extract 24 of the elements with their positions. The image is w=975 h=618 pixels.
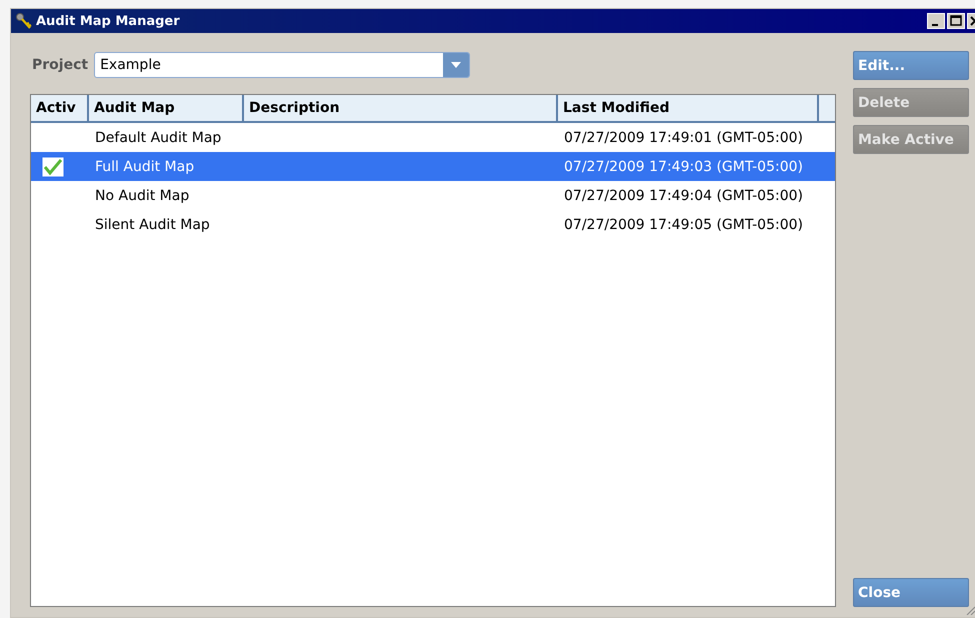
window-title: Audit Map Manager <box>36 14 180 28</box>
project-dropdown[interactable]: Example <box>94 52 470 78</box>
column-header[interactable]: Description <box>244 95 558 121</box>
table-cell-text: No Audit Map <box>94 188 190 204</box>
column-header[interactable]: Last Modified <box>558 95 819 121</box>
table-cell-text: 07/27/2009 17:49:05 (GMT-05:00) <box>563 216 804 232</box>
caret-icon <box>451 62 462 68</box>
table-cell-text: Full Audit Map <box>94 158 196 174</box>
table-cell-text: 07/27/2009 17:49:04 (GMT-05:00) <box>563 188 804 204</box>
project-label: Project <box>32 57 88 73</box>
table-row[interactable]: No Audit Map 07/27/2009 17:49:04 (GMT-05:00) <box>31 181 835 210</box>
table-cell-text: 07/27/2009 17:49:03 (GMT-05:00) <box>563 158 804 174</box>
minimize-icon[interactable] <box>927 13 945 29</box>
keys-icon <box>15 12 33 30</box>
column-header[interactable]: Audit Map <box>89 95 244 121</box>
table-cell-text: 07/27/2009 17:49:01 (GMT-05:00) <box>563 130 804 146</box>
table-row[interactable]: Default Audit Map 07/27/2009 17:49:01 (GMT-05:00) <box>31 123 835 152</box>
table-cell-text: Silent Audit Map <box>94 216 211 232</box>
resize-grip-icon[interactable] <box>965 605 975 615</box>
column-header[interactable]: Activ <box>31 95 89 121</box>
table-row[interactable]: Silent Audit Map 07/27/2009 17:49:05 (GMT-05:00) <box>31 210 835 239</box>
table-row[interactable]: Full Audit Map 07/27/2009 17:49:03 (GMT-05:00) <box>31 152 835 181</box>
table-cell-text: Default Audit Map <box>94 130 222 146</box>
maximize-icon[interactable] <box>947 13 965 29</box>
